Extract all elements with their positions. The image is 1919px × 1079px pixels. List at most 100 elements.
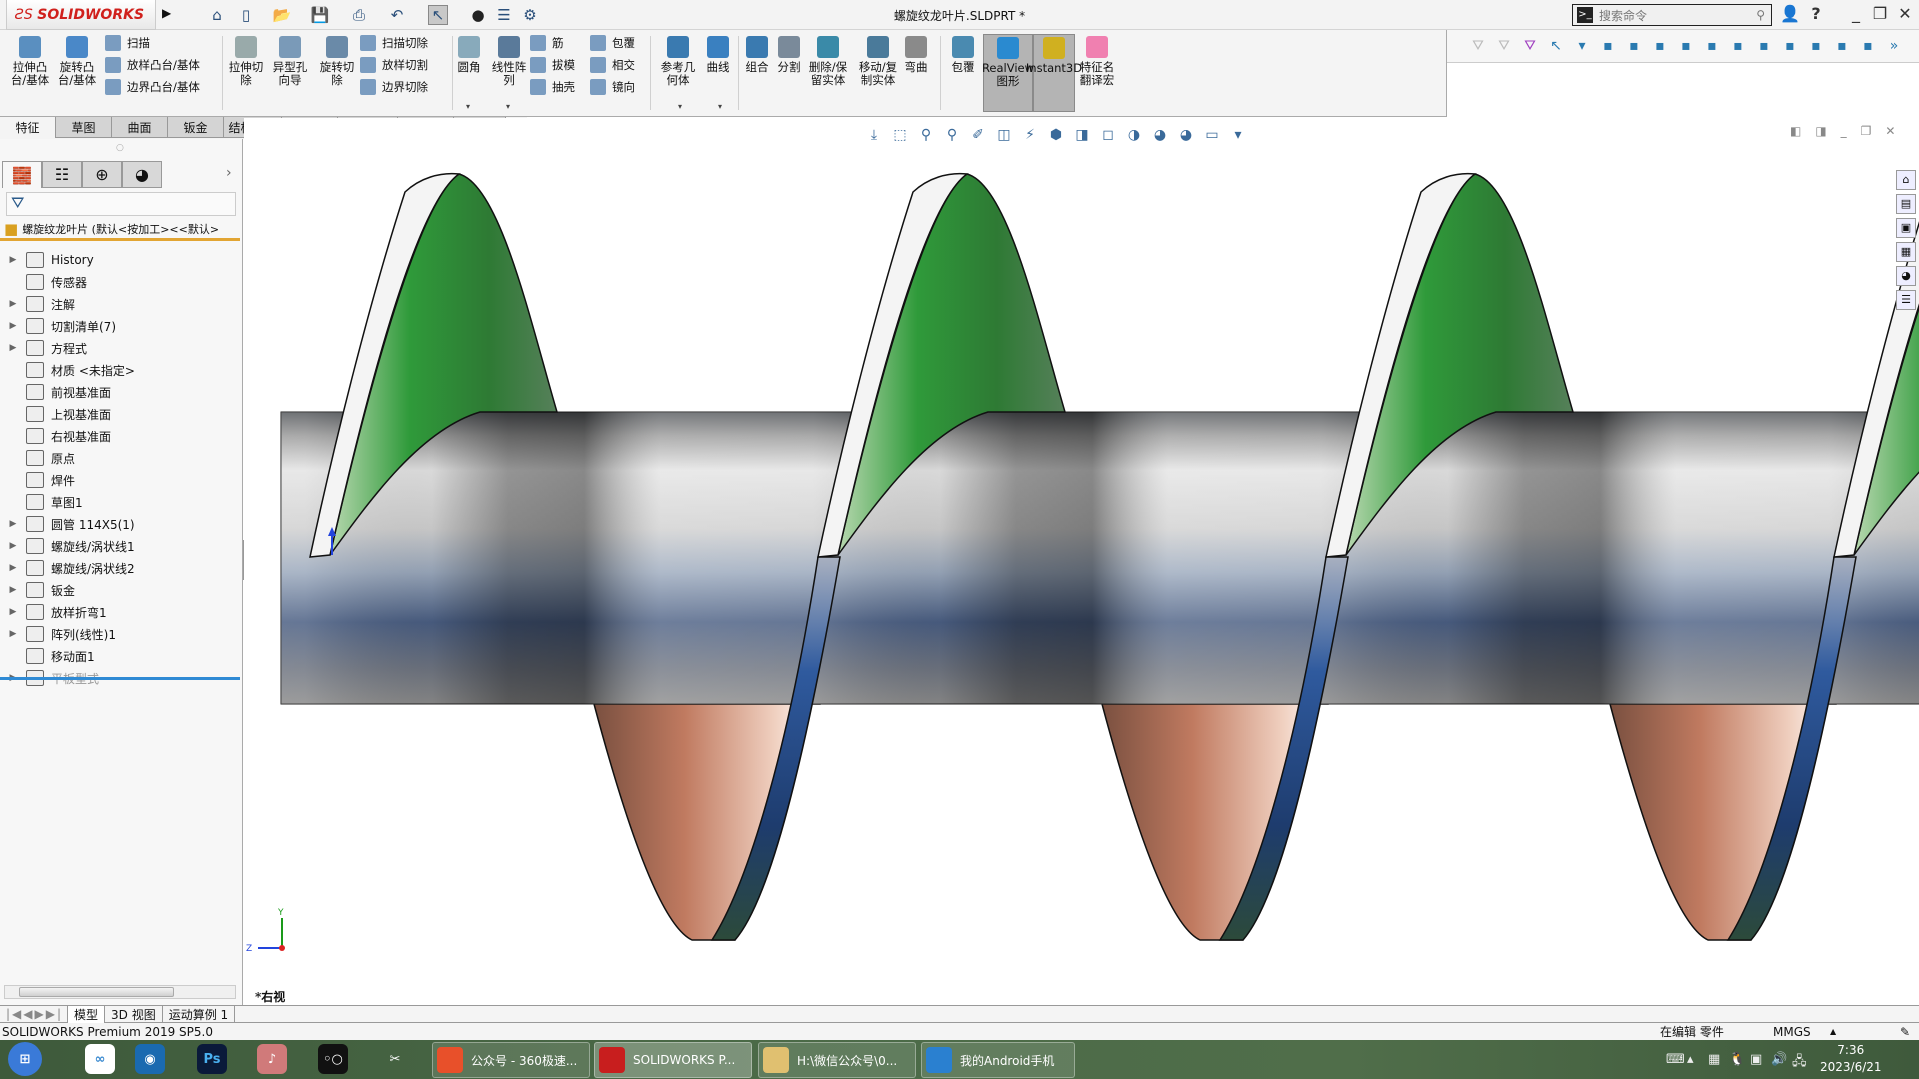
ribbon-button-intersect[interactable]: 相交: [590, 54, 635, 76]
dropdown-arrow-icon[interactable]: ▾: [718, 102, 722, 111]
taskbar-window[interactable]: H:\微信公众号\0...: [758, 1042, 916, 1078]
previous-view-icon[interactable]: ⚲: [917, 126, 935, 144]
ribbon-button-shell[interactable]: 抽壳: [530, 76, 575, 98]
ribbon-button-instant3d[interactable]: Instant3D: [1026, 34, 1082, 112]
custom-properties-icon[interactable]: ☰: [1896, 290, 1916, 310]
ribbon-button-move-copy-body[interactable]: 移动/复 制实体: [856, 36, 900, 87]
view-palette-icon[interactable]: ▾: [1229, 126, 1247, 144]
propertymanager-icon[interactable]: ☷: [42, 161, 82, 188]
ribbon-button-rib[interactable]: 筋: [530, 32, 564, 54]
taskbar-window[interactable]: SOLIDWORKS P...: [594, 1042, 752, 1078]
rollback-bar[interactable]: [0, 677, 240, 680]
print-icon[interactable]: ⎙: [349, 5, 369, 25]
ribbon-button-extruded-boss[interactable]: 拉伸凸 台/基体: [8, 36, 52, 87]
quick-tips-icon[interactable]: ✎: [1900, 1025, 1910, 1039]
expand-arrow-icon[interactable]: ▶: [0, 607, 26, 617]
apply-scene-icon[interactable]: ◻: [1099, 126, 1117, 144]
ribbon-button-revolved-cut[interactable]: 旋转切 除: [318, 36, 356, 87]
expand-arrow-icon[interactable]: ▶: [0, 629, 26, 639]
tree-item[interactable]: 传感器: [0, 271, 240, 293]
minimize-button[interactable]: _: [1845, 4, 1867, 23]
file-explorer-icon[interactable]: ▦: [1896, 242, 1916, 262]
tab-scroll-arrows[interactable]: |◀◀▶▶|: [0, 1005, 68, 1023]
filter-planes-icon[interactable]: ▪: [1781, 37, 1799, 55]
photo-app-icon[interactable]: ♪: [257, 1044, 287, 1074]
tab-2[interactable]: 曲面: [112, 117, 168, 138]
filter-edges-icon[interactable]: ▪: [1651, 37, 1669, 55]
tree-item[interactable]: ▶ 阵列(线性)1: [0, 623, 240, 645]
hide-show-items-icon[interactable]: ⬢: [1047, 126, 1065, 144]
appearances-icon[interactable]: ◕: [1896, 266, 1916, 286]
ribbon-button-translate-macro[interactable]: 特征名 翻译宏: [1078, 36, 1116, 87]
expand-arrow-icon[interactable]: ▶: [0, 519, 26, 529]
tree-item[interactable]: 右视基准面: [0, 425, 240, 447]
ribbon-button-wrap[interactable]: 包覆: [948, 36, 978, 74]
zoom-to-area-icon[interactable]: ⬚: [891, 126, 909, 144]
search-input[interactable]: 搜索命令: [1599, 7, 1756, 24]
filter-axes-icon[interactable]: ▪: [1755, 37, 1773, 55]
solidworks-logo[interactable]: ƧS SOLIDWORKS: [6, 0, 156, 30]
filter-faces-icon[interactable]: ▪: [1677, 37, 1695, 55]
dropdown-arrow-icon[interactable]: ▾: [466, 102, 470, 111]
ribbon-button-reference-geometry[interactable]: 参考几 何体: [656, 36, 700, 87]
shaded-icon[interactable]: ◕: [1177, 126, 1195, 144]
box-icon[interactable]: ▭: [1203, 126, 1221, 144]
edit-appearance-icon[interactable]: ◨: [1073, 126, 1091, 144]
model-tab-2[interactable]: 运动算例 1: [163, 1005, 236, 1023]
more-icon[interactable]: »: [1885, 37, 1903, 55]
tab-3[interactable]: 钣金: [168, 117, 224, 138]
search-commands[interactable]: >_ 搜索命令 ⚲: [1572, 4, 1772, 26]
ribbon-button-loft[interactable]: 放样凸台/基体: [105, 54, 200, 76]
tree-item[interactable]: 焊件: [0, 469, 240, 491]
section-view-icon[interactable]: ⚲: [943, 126, 961, 144]
ribbon-button-combine[interactable]: 组合: [742, 36, 772, 74]
ribbon-button-linear-pattern[interactable]: 线性阵 列: [490, 36, 528, 87]
ev-recorder-icon[interactable]: ◦○: [318, 1044, 348, 1074]
ribbon-button-fillet[interactable]: 圆角: [454, 36, 484, 74]
expand-arrow-icon[interactable]: ▶: [0, 541, 26, 551]
units-selector[interactable]: MMGS: [1773, 1025, 1811, 1039]
units-dropdown-icon[interactable]: ▲: [1830, 1027, 1836, 1036]
expand-arrow-icon[interactable]: ▶: [0, 585, 26, 595]
dropdown-arrow-icon[interactable]: ▾: [678, 102, 682, 111]
help-icon[interactable]: ?: [1805, 4, 1827, 23]
tree-item[interactable]: 上视基准面: [0, 403, 240, 425]
viewport-window-controls[interactable]: ◧◨_❐✕: [1790, 124, 1910, 138]
tree-item[interactable]: ▶ 螺旋线/涡状线1: [0, 535, 240, 557]
options-icon[interactable]: ⚙: [520, 5, 540, 25]
tree-item[interactable]: ▶ History: [0, 249, 240, 271]
filter-toggle-icon[interactable]: ⛛: [1495, 37, 1513, 55]
windows-flag-icon[interactable]: ▦: [1708, 1052, 1720, 1067]
menu-expand-arrow-icon[interactable]: ▶: [162, 6, 171, 20]
tree-filter[interactable]: ⛛: [6, 192, 236, 216]
tray-expand-icon[interactable]: ▴: [1687, 1052, 1694, 1067]
open-icon[interactable]: 📂: [272, 5, 292, 25]
restore-button[interactable]: ❐: [1869, 4, 1891, 23]
selection-filter-icon[interactable]: ⛛: [1521, 37, 1539, 55]
scrollbar-thumb[interactable]: [19, 987, 174, 997]
browser-icon[interactable]: ◉: [135, 1044, 165, 1074]
screenshot-scissors-icon[interactable]: ✂: [380, 1044, 410, 1074]
expand-arrow-icon[interactable]: ▶: [0, 343, 26, 353]
save-icon[interactable]: 💾: [310, 5, 330, 25]
zoom-to-fit-icon[interactable]: ⤓: [865, 126, 883, 144]
panel-more-arrow-icon[interactable]: ›: [226, 165, 232, 181]
ribbon-button-boundary-boss[interactable]: 边界凸台/基体: [105, 76, 200, 98]
ribbon-button-swept-cut[interactable]: 扫描切除: [360, 32, 428, 54]
filter-solids-icon[interactable]: ▪: [1729, 37, 1747, 55]
display-style-icon[interactable]: ⚡: [1021, 126, 1039, 144]
design-library-icon[interactable]: ▣: [1896, 218, 1916, 238]
expand-arrow-icon[interactable]: ▶: [0, 321, 26, 331]
home-icon[interactable]: ⌂: [1896, 170, 1916, 190]
tree-item[interactable]: ▶ 圆管 114X5(1): [0, 513, 240, 535]
new-document-icon[interactable]: ▯: [236, 5, 256, 25]
file-properties-icon[interactable]: ☰: [494, 5, 514, 25]
displaymanager-icon[interactable]: ◕: [122, 161, 162, 188]
ribbon-button-wrap[interactable]: 包覆: [590, 32, 635, 54]
configurationmanager-icon[interactable]: ⊕: [82, 161, 122, 188]
tree-item[interactable]: 前视基准面: [0, 381, 240, 403]
taskbar-window[interactable]: 我的Android手机: [921, 1042, 1075, 1078]
rebuild-icon[interactable]: ●: [468, 5, 488, 25]
tab-0[interactable]: 特征: [0, 117, 56, 138]
expand-arrow-icon[interactable]: ▶: [0, 255, 26, 265]
